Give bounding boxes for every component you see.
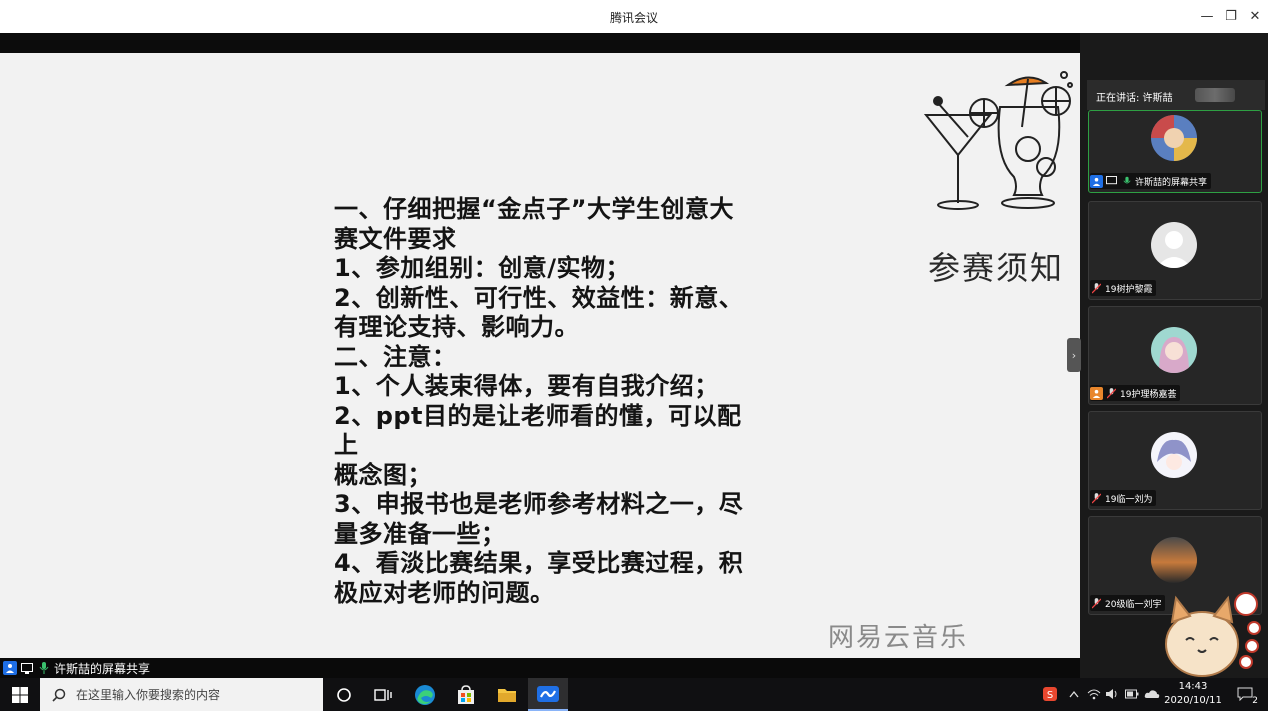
participant-label: 19护理杨嘉荟 bbox=[1090, 385, 1181, 401]
speaking-wave-decoration bbox=[1195, 88, 1235, 102]
screen-share-icon bbox=[1105, 175, 1118, 188]
task-view-icon bbox=[374, 688, 392, 701]
microphone-muted-icon bbox=[1090, 282, 1103, 295]
participant-tile[interactable]: 19树护黎霞 bbox=[1088, 201, 1262, 300]
microphone-muted-icon bbox=[1090, 597, 1103, 610]
svg-text:S: S bbox=[1047, 690, 1053, 701]
floating-mascot-widget[interactable] bbox=[1162, 588, 1268, 678]
edge-app-button[interactable] bbox=[405, 678, 445, 711]
microphone-muted-icon bbox=[1105, 387, 1118, 400]
speaking-indicator: 正在讲话: 许斯喆 bbox=[1087, 80, 1265, 110]
store-icon bbox=[458, 684, 474, 704]
slide-line: 3、申报书也是老师参考材料之一，尽 bbox=[334, 490, 744, 518]
user-icon bbox=[3, 661, 17, 675]
slide-line: 2、创新性、可行性、效益性：新意、 bbox=[334, 283, 744, 312]
taskbar-clock[interactable]: 14:43 2020/10/11 bbox=[1160, 680, 1226, 708]
participant-label: 许斯喆的屏幕共享 bbox=[1090, 173, 1212, 189]
user-icon bbox=[1090, 174, 1103, 188]
participant-tile[interactable]: 许斯喆的屏幕共享 bbox=[1088, 110, 1262, 193]
slide-line: 有理论支持、影响力。 bbox=[334, 313, 579, 341]
participant-name: 20级临一刘宇 bbox=[1105, 599, 1162, 610]
start-button[interactable] bbox=[0, 678, 40, 711]
search-placeholder: 在这里输入你要搜索的内容 bbox=[76, 688, 221, 702]
battery-icon[interactable] bbox=[1124, 686, 1140, 702]
slide-line: 4、看淡比赛结果，享受比赛过程，积 bbox=[334, 549, 744, 577]
slide-line: 量多准备一些； bbox=[334, 519, 506, 548]
restore-button[interactable]: ❐ bbox=[1220, 6, 1242, 26]
participant-name: 19临一刘为 bbox=[1105, 494, 1153, 505]
user-icon bbox=[1090, 386, 1103, 400]
cortana-icon bbox=[337, 687, 351, 702]
windows-logo-icon bbox=[12, 686, 28, 703]
participant-tile[interactable]: 19临一刘为 bbox=[1088, 411, 1262, 510]
slide-body-text: 一、仔细把握“金点子”大学生创意大 赛文件要求 1、参加组别：创意/实物； 2、… bbox=[334, 195, 764, 608]
participant-name: 19树护黎霞 bbox=[1105, 284, 1153, 295]
participant-label: 19树护黎霞 bbox=[1090, 280, 1157, 296]
onedrive-cloud-icon[interactable] bbox=[1144, 686, 1160, 702]
participant-label: 20级临一刘宇 bbox=[1090, 595, 1166, 611]
avatar bbox=[1151, 222, 1197, 268]
avatar bbox=[1151, 327, 1197, 373]
screen-share-status-bar: 许斯喆的屏幕共享 bbox=[0, 658, 1080, 678]
volume-icon[interactable] bbox=[1104, 686, 1120, 702]
microphone-icon bbox=[37, 661, 51, 675]
participant-name: 许斯喆的屏幕共享 bbox=[1135, 177, 1208, 188]
participant-label: 19临一刘为 bbox=[1090, 490, 1157, 506]
music-app-watermark: 网易云音乐 bbox=[828, 623, 969, 653]
slide-line: 赛文件要求 bbox=[334, 224, 457, 253]
participant-tile[interactable]: 19护理杨嘉荟 bbox=[1088, 306, 1262, 405]
clock-time: 14:43 bbox=[1178, 681, 1208, 692]
meeting-stage: 一、仔细把握“金点子”大学生创意大 赛文件要求 1、参加组别：创意/实物； 2、… bbox=[0, 33, 1268, 678]
avatar bbox=[1151, 432, 1197, 478]
slide-line: 二、注意： bbox=[334, 342, 457, 371]
microphone-muted-icon bbox=[1090, 492, 1103, 505]
file-explorer-button[interactable] bbox=[487, 678, 527, 711]
slide-line: 一、仔细把握“金点子”大学生创意大 bbox=[334, 195, 735, 223]
screen-share-icon bbox=[20, 661, 34, 675]
cortana-button[interactable] bbox=[324, 678, 364, 711]
slide-line: 极应对老师的问题。 bbox=[334, 578, 555, 607]
slide-heading: 参赛须知 bbox=[928, 249, 1065, 287]
search-icon bbox=[52, 688, 66, 702]
minimize-button[interactable]: — bbox=[1196, 6, 1218, 26]
shared-screen-slide: 一、仔细把握“金点子”大学生创意大 赛文件要求 1、参加组别：创意/实物； 2、… bbox=[0, 53, 1080, 658]
slide-line: 1、个人装束得体，要有自我介绍； bbox=[334, 372, 719, 400]
close-button[interactable]: ✕ bbox=[1244, 6, 1266, 26]
store-app-button[interactable] bbox=[446, 678, 486, 711]
clock-date: 2020/10/11 bbox=[1164, 695, 1222, 706]
avatar bbox=[1151, 115, 1197, 161]
network-icon[interactable] bbox=[1086, 686, 1102, 702]
notification-icon bbox=[1237, 687, 1253, 701]
edge-browser-icon bbox=[415, 684, 435, 705]
stage-top-band bbox=[0, 33, 1080, 53]
chevron-up-icon[interactable] bbox=[1066, 686, 1082, 702]
tencent-meeting-app-button[interactable] bbox=[528, 678, 568, 711]
notification-center-button[interactable]: 2 bbox=[1234, 686, 1258, 706]
participant-name: 19护理杨嘉荟 bbox=[1120, 389, 1177, 400]
microphone-icon bbox=[1120, 175, 1133, 188]
avatar bbox=[1151, 537, 1197, 583]
task-view-button[interactable] bbox=[363, 678, 403, 711]
taskbar-search-box[interactable]: 在这里输入你要搜索的内容 bbox=[40, 678, 323, 711]
notification-count: 2 bbox=[1252, 696, 1258, 706]
slide-line: 概念图； bbox=[334, 460, 432, 489]
window-title-bar: 腾讯会议 — ❐ ✕ bbox=[0, 0, 1268, 33]
slide-line: 1、参加组别：创意/实物； bbox=[334, 254, 630, 282]
screen-share-label: 许斯喆的屏幕共享 bbox=[54, 661, 151, 676]
sogou-input-icon[interactable]: S bbox=[1042, 686, 1058, 702]
tencent-meeting-icon bbox=[537, 685, 559, 702]
folder-icon bbox=[498, 688, 516, 702]
speaking-label: 正在讲话: 许斯喆 bbox=[1096, 93, 1173, 104]
panel-collapse-toggle[interactable]: › bbox=[1067, 338, 1081, 372]
cocktail-illustration bbox=[923, 71, 1073, 210]
window-title: 腾讯会议 bbox=[609, 11, 658, 25]
windows-taskbar: 在这里输入你要搜索的内容 S 14:43 2020/10/11 2 bbox=[0, 678, 1268, 711]
slide-line: 2、ppt目的是让老师看的懂，可以配上 bbox=[334, 401, 742, 460]
